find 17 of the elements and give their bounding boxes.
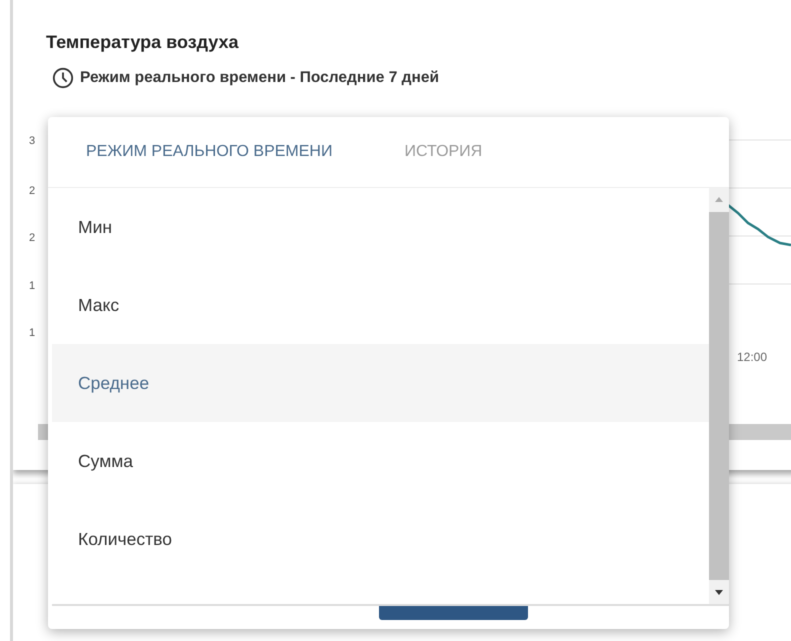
menu-item[interactable]: Среднее	[52, 344, 709, 422]
scroll-up-icon[interactable]	[714, 196, 724, 202]
axis-tick-label: 2	[29, 185, 36, 197]
clock-icon	[52, 67, 74, 89]
menu-item[interactable]: Сумма	[52, 422, 709, 500]
axis-tick-label: 2	[29, 232, 36, 244]
axis-tick-label: 1	[29, 327, 36, 339]
card-title: Температура воздуха	[46, 32, 240, 53]
menu-item[interactable]: Макс	[52, 266, 709, 344]
axis-tick-label: 3	[29, 135, 36, 147]
axis-tick-label: 1	[29, 280, 36, 292]
scroll-down-icon[interactable]	[714, 590, 724, 596]
card-subtitle: Режим реального времени - Последние 7 дней	[80, 69, 439, 87]
tab[interactable]: РЕЖИМ РЕАЛЬНОГО ВРЕМЕНИ	[80, 135, 338, 169]
menu-item[interactable]: Мин	[52, 188, 709, 266]
axis-tick-label: 12:00	[737, 350, 768, 364]
menu-item[interactable]: Количество	[52, 500, 709, 578]
